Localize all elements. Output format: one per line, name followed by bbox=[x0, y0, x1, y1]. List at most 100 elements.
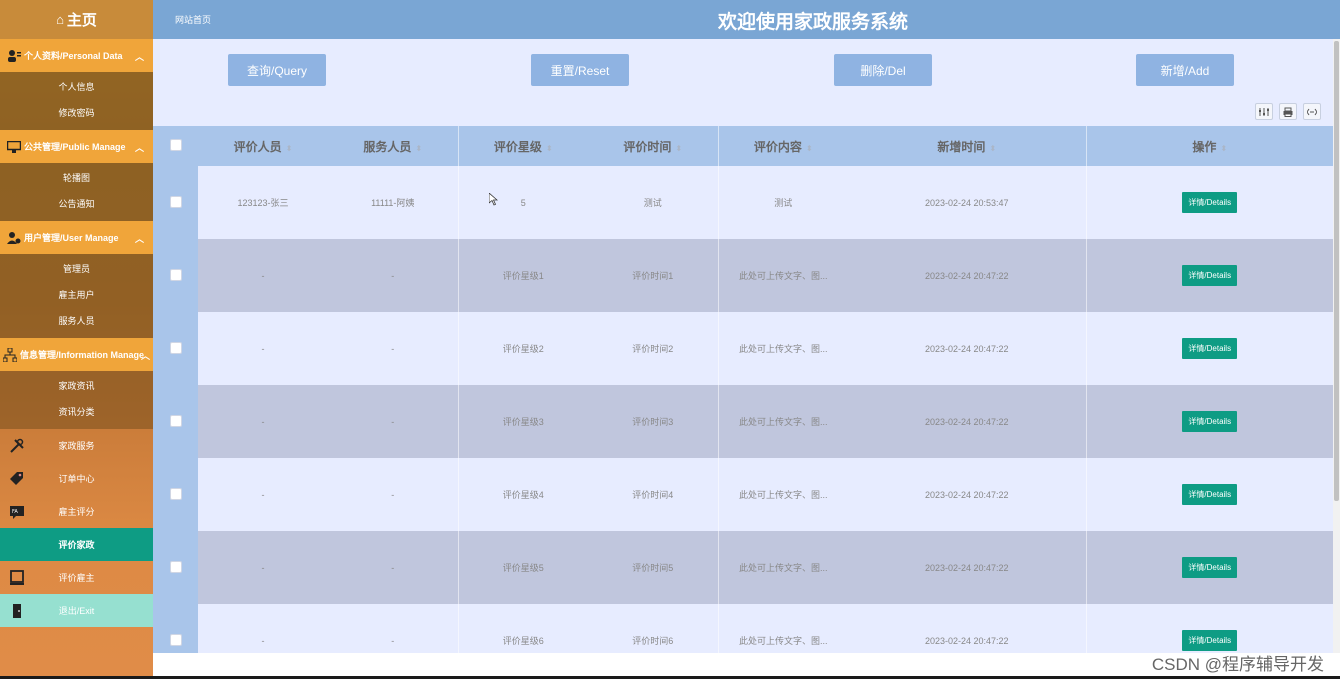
details-button[interactable]: 详情/Details bbox=[1182, 192, 1238, 213]
sidebar-item-carousel[interactable]: 轮播图 bbox=[0, 165, 153, 191]
cell-reviewer: - bbox=[198, 604, 328, 653]
rating-icon: FA bbox=[9, 504, 25, 520]
chevron-up-icon: ︿ bbox=[134, 234, 144, 244]
cell-staff: 11111-阿姨 bbox=[328, 166, 458, 239]
row-checkbox[interactable] bbox=[169, 560, 182, 573]
query-button[interactable]: 查询/Query bbox=[228, 54, 326, 86]
column-header[interactable]: 新增时间 ⬍ bbox=[848, 126, 1086, 166]
watermark: CSDN @程序辅导开发 bbox=[1151, 655, 1324, 674]
sitemap-icon bbox=[2, 347, 18, 362]
select-all-checkbox[interactable] bbox=[169, 138, 182, 151]
export-icon[interactable] bbox=[1303, 103, 1321, 120]
sidebar-item-exit[interactable]: 退出/Exit bbox=[0, 594, 153, 627]
chevron-up-icon: ︿ bbox=[134, 52, 144, 62]
table-header-row: 评价人员 ⬍ 服务人员 ⬍ 评价星级 ⬍ 评价时间 ⬍ 评价内容 ⬍ 新增时间 ⬍ 操作 ⬍ bbox=[153, 126, 1333, 166]
add-button[interactable]: 新增/Add bbox=[1136, 54, 1234, 86]
column-header[interactable]: 服务人员 ⬍ bbox=[328, 126, 458, 166]
table-row: - - 评价星级6 评价时间6 此处可上传文字、图... 2023-02-24 … bbox=[153, 604, 1333, 653]
sidebar-group-info[interactable]: 信息管理/Information Manage ︿ bbox=[0, 338, 153, 371]
column-header[interactable]: 操作 ⬍ bbox=[1085, 126, 1333, 166]
top-header: 网站首页 欢迎使用家政服务系统 bbox=[153, 0, 1340, 39]
details-button[interactable]: 详情/Details bbox=[1182, 265, 1238, 286]
row-checkbox[interactable] bbox=[169, 633, 182, 646]
cell-content: 此处可上传文字、图... bbox=[717, 531, 848, 604]
sidebar-item-employer[interactable]: 雇主用户 bbox=[0, 282, 153, 308]
sidebar-home-label: 主页 bbox=[66, 12, 97, 29]
cell-staff: - bbox=[328, 458, 458, 531]
cell-reviewer: - bbox=[198, 458, 328, 531]
cell-time: 测试 bbox=[588, 166, 718, 239]
sidebar-item-personal-info[interactable]: 个人信息 bbox=[0, 74, 153, 100]
scrollbar-thumb[interactable] bbox=[1334, 41, 1339, 501]
sidebar-item-rate-service[interactable]: 评价家政 bbox=[0, 528, 153, 561]
column-header[interactable]: 评价人员 ⬍ bbox=[198, 126, 328, 166]
cell-created: 2023-02-24 20:47:22 bbox=[848, 239, 1086, 312]
sidebar-item-notice[interactable]: 公告通知 bbox=[0, 191, 153, 217]
sidebar-item-service[interactable]: 家政服务 bbox=[0, 429, 153, 462]
column-header[interactable]: 评价星级 ⬍ bbox=[457, 126, 588, 166]
row-checkbox[interactable] bbox=[169, 414, 182, 427]
page-title: 欢迎使用家政服务系统 bbox=[718, 12, 909, 33]
cell-reviewer: - bbox=[198, 531, 328, 604]
column-header[interactable]: 评价内容 ⬍ bbox=[717, 126, 848, 166]
sort-icon[interactable]: ⬍ bbox=[989, 144, 996, 153]
row-checkbox[interactable] bbox=[169, 487, 182, 500]
sidebar-item-employer-rating[interactable]: FA 雇主评分 bbox=[0, 495, 153, 528]
sort-icon[interactable]: ⬍ bbox=[1220, 144, 1227, 153]
sort-icon[interactable]: ⬍ bbox=[546, 144, 553, 153]
sidebar-item-change-password[interactable]: 修改密码 bbox=[0, 100, 153, 126]
user-gear-icon bbox=[6, 231, 22, 245]
cell-stars: 评价星级2 bbox=[457, 312, 588, 385]
table-row: - - 评价星级2 评价时间2 此处可上传文字、图... 2023-02-24 … bbox=[153, 312, 1333, 385]
sidebar-item-staff[interactable]: 服务人员 bbox=[0, 308, 153, 334]
chevron-up-icon: ︿ bbox=[134, 143, 144, 153]
cell-reviewer: - bbox=[198, 385, 328, 458]
sort-icon[interactable]: ⬍ bbox=[286, 144, 293, 153]
sidebar-item-news-category[interactable]: 资讯分类 bbox=[0, 399, 153, 425]
row-checkbox[interactable] bbox=[169, 341, 182, 354]
chevron-up-icon: ︿ bbox=[140, 351, 150, 361]
reset-button[interactable]: 重置/Reset bbox=[531, 54, 629, 86]
tools-icon bbox=[9, 438, 25, 454]
sidebar-group-label: 公共管理/Public Manage bbox=[24, 142, 126, 152]
column-header[interactable]: 评价时间 ⬍ bbox=[588, 126, 718, 166]
cell-time: 评价时间6 bbox=[588, 604, 718, 653]
sidebar-home[interactable]: ⌂ 主页 bbox=[0, 0, 153, 39]
delete-button[interactable]: 删除/Del bbox=[834, 54, 932, 86]
sort-icon[interactable]: ⬍ bbox=[415, 144, 422, 153]
sidebar-item-admin[interactable]: 管理员 bbox=[0, 256, 153, 282]
details-button[interactable]: 详情/Details bbox=[1182, 630, 1238, 651]
details-button[interactable]: 详情/Details bbox=[1182, 557, 1238, 578]
cell-staff: - bbox=[328, 604, 458, 653]
sidebar-group-user[interactable]: 用户管理/User Manage ︿ bbox=[0, 221, 153, 254]
details-button[interactable]: 详情/Details bbox=[1182, 411, 1238, 432]
row-checkbox[interactable] bbox=[169, 268, 182, 281]
sidebar-item-news[interactable]: 家政资讯 bbox=[0, 373, 153, 399]
vertical-scrollbar[interactable] bbox=[1333, 39, 1340, 653]
sort-icon[interactable]: ⬍ bbox=[806, 144, 813, 153]
cell-stars: 评价星级1 bbox=[457, 239, 588, 312]
sidebar-group-label: 个人资料/Personal Data bbox=[24, 51, 123, 61]
cell-time: 评价时间2 bbox=[588, 312, 718, 385]
cell-content: 测试 bbox=[717, 166, 848, 239]
cell-stars: 评价星级4 bbox=[457, 458, 588, 531]
columns-filter-icon[interactable] bbox=[1255, 103, 1273, 120]
table-row: - - 评价星级1 评价时间1 此处可上传文字、图... 2023-02-24 … bbox=[153, 239, 1333, 312]
details-button[interactable]: 详情/Details bbox=[1182, 338, 1238, 359]
sidebar-group-personal[interactable]: 个人资料/Personal Data ︿ bbox=[0, 39, 153, 72]
row-checkbox[interactable] bbox=[169, 195, 182, 208]
sidebar-item-rate-employer[interactable]: 评价雇主 bbox=[0, 561, 153, 594]
breadcrumb[interactable]: 网站首页 bbox=[175, 13, 211, 26]
sort-icon[interactable]: ⬍ bbox=[675, 144, 682, 153]
cell-content: 此处可上传文字、图... bbox=[717, 604, 848, 653]
select-all-checkbox-cell[interactable] bbox=[153, 126, 198, 166]
sidebar-group-public[interactable]: 公共管理/Public Manage ︿ bbox=[0, 130, 153, 163]
svg-text:FA: FA bbox=[12, 509, 18, 515]
cell-stars: 评价星级5 bbox=[457, 531, 588, 604]
print-icon[interactable] bbox=[1279, 103, 1297, 120]
cell-reviewer: 123123-张三 bbox=[198, 166, 328, 239]
sidebar-item-orders[interactable]: 订单中心 bbox=[0, 462, 153, 495]
cell-staff: - bbox=[328, 385, 458, 458]
sidebar-group-label: 信息管理/Information Manage bbox=[20, 350, 145, 360]
details-button[interactable]: 详情/Details bbox=[1182, 484, 1238, 505]
